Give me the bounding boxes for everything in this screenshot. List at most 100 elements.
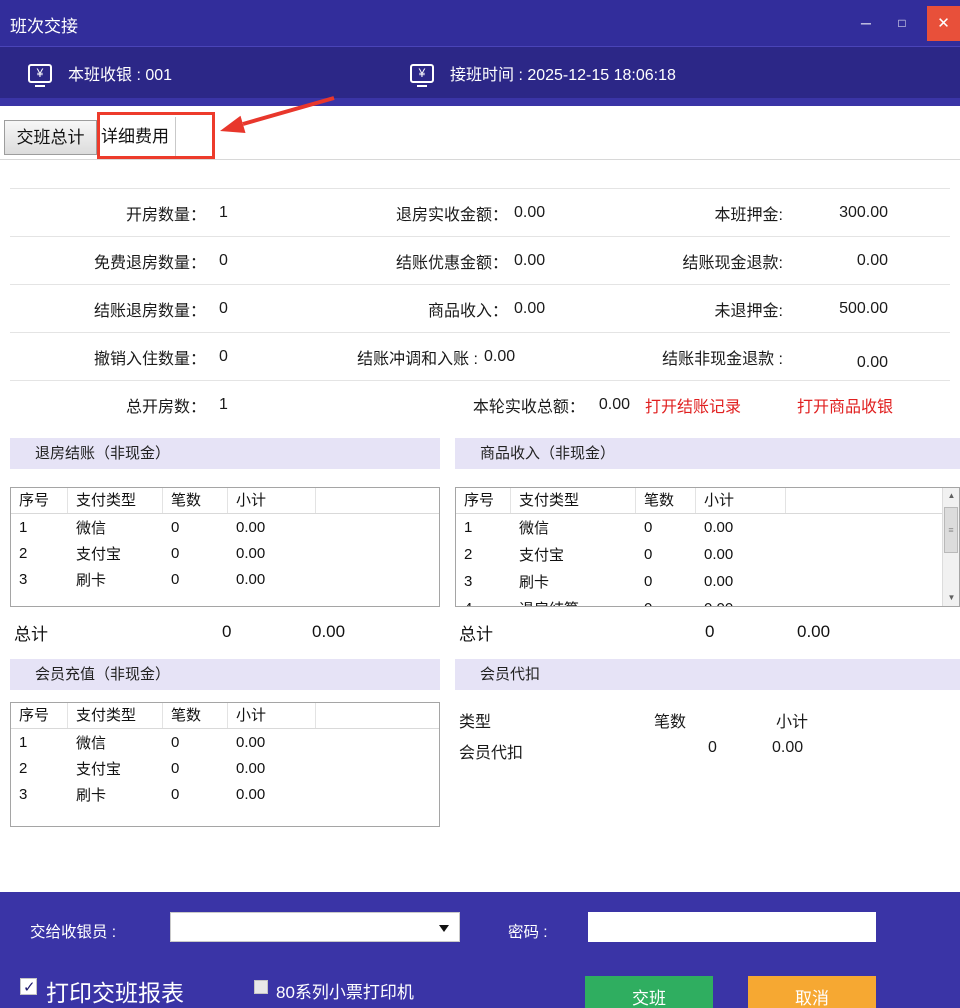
column-header: 支付类型 [68, 488, 163, 513]
tab-shift-summary[interactable]: 交班总计 [4, 120, 97, 155]
stat-label: 退房实收金额： [290, 201, 508, 225]
column-header: 小计 [696, 488, 786, 513]
column-header: 小计 [228, 488, 316, 513]
stat-label: 撤销入住数量： [10, 345, 206, 369]
close-button[interactable]: ✕ [927, 6, 960, 41]
print-report-checkbox[interactable] [20, 978, 37, 995]
stat-value: 300.00 [783, 204, 888, 222]
cell: 0 [163, 545, 228, 562]
total-amount: 0.00 [312, 622, 345, 642]
cell: 0.00 [696, 600, 786, 607]
cell: 0 [636, 573, 696, 590]
column-header: 类型 [455, 708, 654, 732]
stat-value: 0.00 [514, 300, 545, 318]
total-amount: 0.00 [797, 622, 830, 642]
submit-shift-button[interactable]: 交班 [585, 976, 713, 1008]
cell: 微信 [511, 517, 636, 538]
stat-label: 结账退房数量： [10, 297, 206, 321]
scroll-down-icon[interactable]: ▼ [943, 590, 960, 606]
printer-80-checkbox[interactable] [254, 980, 268, 994]
maximize-button[interactable]: □ [884, 0, 920, 46]
table-row[interactable]: 1微信00.00 [456, 514, 943, 541]
open-goods-cashier-link[interactable]: 打开商品收银 [797, 393, 893, 417]
stats-row: 结账退房数量：0 商品收入：0.00 未退押金:500.00 [10, 284, 950, 332]
open-checkout-records-link[interactable]: 打开结账记录 [645, 393, 741, 417]
stat-value: 500.00 [783, 300, 888, 318]
cancel-button[interactable]: 取消 [748, 976, 876, 1008]
column-header: 序号 [456, 488, 511, 513]
stat-value: 0 [219, 348, 228, 366]
stat-value: 0.00 [514, 204, 545, 222]
stat-label: 未退押金: [715, 297, 783, 321]
shift-stats-grid: 开房数量：1 退房实收金额：0.00 本班押金:300.00 免费退房数量：0 … [10, 188, 950, 428]
cell: 刷卡 [68, 569, 163, 590]
cell: 1 [11, 734, 68, 751]
column-header: 支付类型 [68, 703, 163, 728]
stat-label: 商品收入： [290, 297, 508, 321]
shift-cashier-label: 本班收银 : 001 [68, 61, 172, 85]
cashier-select-label: 交给收银员 : [30, 920, 116, 942]
cell: 0 [163, 571, 228, 588]
column-header: 笔数 [163, 488, 228, 513]
cell: 0.00 [766, 739, 803, 763]
password-label: 密码 : [508, 920, 548, 942]
table-row[interactable]: 1微信00.00 [11, 514, 439, 540]
cell: 0 [636, 519, 696, 536]
table-row[interactable]: 3刷卡00.00 [11, 781, 439, 807]
column-header: 小计 [228, 703, 316, 728]
stats-row: 开房数量：1 退房实收金额：0.00 本班押金:300.00 [10, 188, 950, 236]
cashier-select[interactable] [170, 912, 460, 942]
scrollbar-thumb[interactable]: ≡ [944, 507, 958, 553]
accent-strip [0, 98, 960, 106]
goods-totals-row: 总计 0 0.00 [455, 619, 960, 645]
checkout-totals-row: 总计 0 0.00 [10, 619, 440, 645]
window-title: 班次交接 [10, 12, 78, 37]
cash-register-icon [28, 64, 52, 83]
vertical-scrollbar[interactable]: ▲ ≡ ▼ [942, 488, 959, 606]
cell: 2 [456, 546, 511, 563]
cell: 0 [163, 786, 228, 803]
cell: 3 [11, 571, 68, 588]
cell: 2 [11, 760, 68, 777]
table-row[interactable]: 4退房结算00.00 [456, 595, 943, 607]
annotation-arrow-icon [206, 92, 341, 142]
column-header: 笔数 [163, 703, 228, 728]
column-header [786, 488, 943, 513]
cell: 0 [163, 760, 228, 777]
table-row[interactable]: 3刷卡00.00 [456, 568, 943, 595]
password-input[interactable] [588, 912, 876, 942]
stat-value: 0.00 [783, 252, 888, 270]
cell: 微信 [68, 517, 163, 538]
table-header-row: 序号 支付类型 笔数 小计 [456, 488, 943, 514]
cell: 支付宝 [68, 758, 163, 779]
cell: 刷卡 [68, 784, 163, 805]
deduction-header-row: 类型 笔数 小计 [455, 708, 808, 732]
section-title-goods: 商品收入（非现金） [455, 438, 960, 469]
stat-label: 结账冲调和入账 : [290, 345, 478, 369]
stat-value: 1 [219, 204, 228, 222]
stat-label: 结账非现金退款 : [662, 345, 783, 369]
section-title-deduction: 会员代扣 [455, 659, 960, 690]
stat-value: 1 [219, 396, 228, 414]
table-row[interactable]: 1微信00.00 [11, 729, 439, 755]
table-row[interactable]: 3刷卡00.00 [11, 566, 439, 592]
total-count: 0 [222, 622, 312, 642]
shift-cashier-info: 本班收银 : 001 [28, 47, 172, 99]
scroll-up-icon[interactable]: ▲ [943, 488, 960, 504]
cell: 0 [636, 600, 696, 607]
cell: 3 [456, 573, 511, 590]
table-header-row: 序号 支付类型 笔数 小计 [11, 703, 439, 729]
minimize-button[interactable]: ─ [848, 0, 884, 46]
table-row[interactable]: 2支付宝00.00 [456, 541, 943, 568]
table-row[interactable]: 2支付宝00.00 [11, 540, 439, 566]
cell: 1 [456, 519, 511, 536]
total-count: 0 [705, 622, 797, 642]
table-row[interactable]: 2支付宝00.00 [11, 755, 439, 781]
cell: 0.00 [228, 571, 316, 588]
cell: 4 [456, 600, 511, 607]
print-report-label: 打印交班报表 [46, 974, 184, 1008]
section-title-checkout: 退房结账（非现金） [10, 438, 440, 469]
column-header: 小计 [766, 708, 808, 732]
takeover-time-info: 接班时间 : 2025-12-15 18:06:18 [410, 47, 676, 99]
section-title-recharge: 会员充值（非现金） [10, 659, 440, 690]
